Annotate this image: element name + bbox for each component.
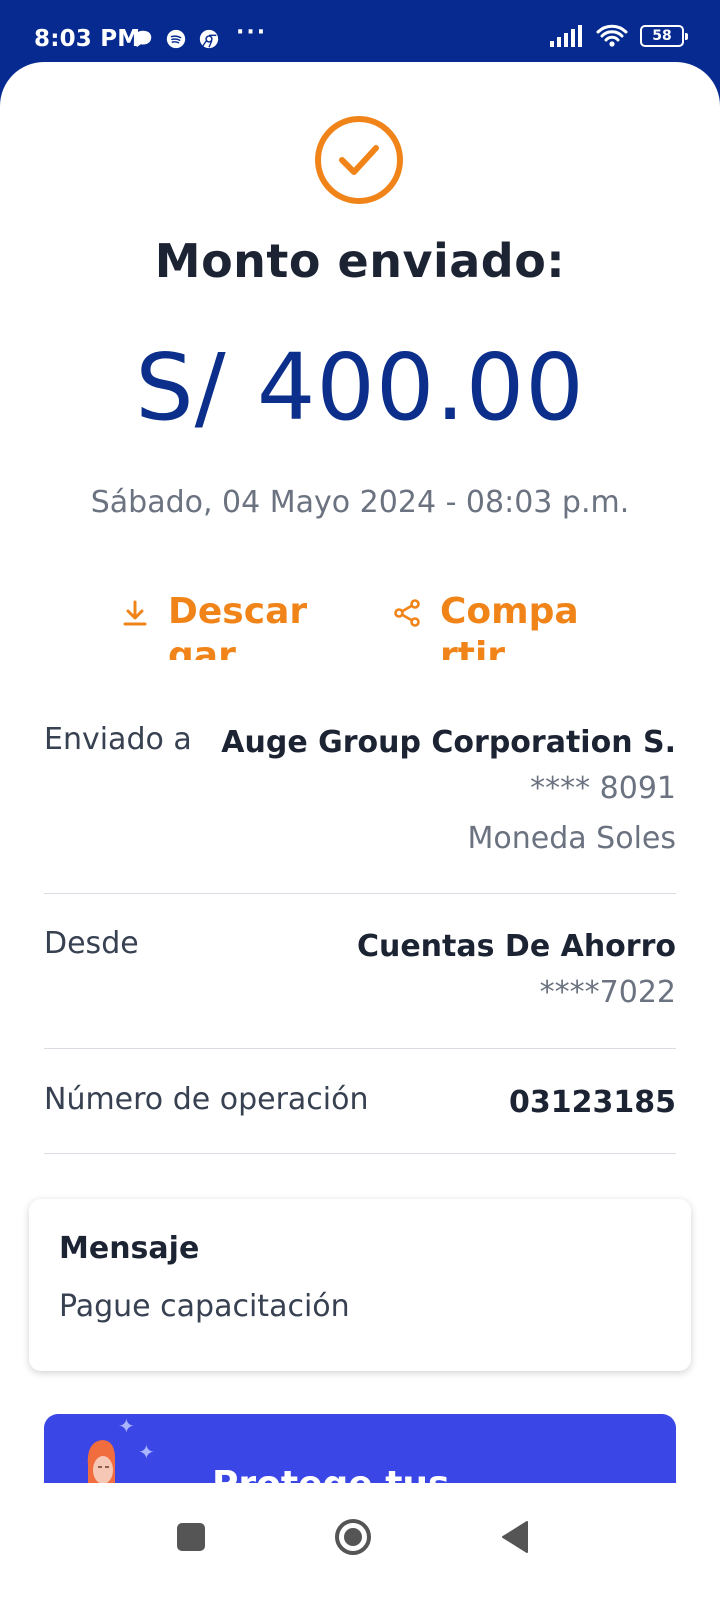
page-title: Monto enviado:	[154, 234, 566, 288]
sent-to-values: Auge Group Corporation S. **** 8091 Mone…	[221, 722, 676, 864]
back-triangle-icon	[502, 1521, 528, 1553]
home-button[interactable]	[331, 1515, 375, 1559]
system-icons: 58	[550, 24, 688, 48]
operation-values: 03123185	[509, 1082, 676, 1124]
from-row: Desde Cuentas De Ahorro ****7022	[44, 926, 676, 1026]
chrome-icon	[199, 29, 219, 49]
operation-label: Número de operación	[44, 1082, 369, 1117]
battery-indicator: 58	[640, 25, 688, 47]
battery-level: 58	[652, 28, 672, 44]
divider	[44, 1153, 676, 1154]
amount-value: S/ 400.00	[135, 334, 585, 441]
sparkle-icon: ✦	[138, 1440, 155, 1464]
recipient-account: **** 8091	[530, 771, 676, 806]
operation-number: 03123185	[509, 1085, 676, 1120]
recipient-name: Auge Group Corporation S.	[221, 725, 676, 760]
back-button[interactable]	[492, 1515, 536, 1559]
sent-to-label: Enviado a	[44, 722, 192, 757]
download-label: Descargar	[168, 591, 308, 660]
wifi-icon	[596, 24, 628, 47]
recents-button[interactable]	[169, 1515, 213, 1559]
message-text: Pague capacitación	[59, 1289, 350, 1324]
source-account: ****7022	[539, 975, 676, 1010]
spotify-icon	[166, 29, 186, 49]
from-label: Desde	[44, 926, 139, 961]
download-button[interactable]: Descargar	[120, 590, 318, 660]
share-label: Compartir	[440, 591, 579, 660]
system-nav-bar	[0, 1483, 720, 1600]
status-time: 8:03 PM	[34, 26, 141, 52]
message-card: Mensaje Pague capacitación	[29, 1199, 691, 1371]
check-circle-icon	[315, 116, 403, 204]
from-values: Cuentas De Ahorro ****7022	[357, 926, 676, 1018]
share-icon	[394, 599, 420, 627]
divider	[44, 1048, 676, 1049]
message-title: Mensaje	[59, 1231, 200, 1266]
signal-icon	[550, 25, 582, 47]
sparkle-icon: ✦	[118, 1414, 135, 1438]
chat-bubble-icon	[134, 30, 152, 48]
transaction-datetime: Sábado, 04 Mayo 2024 - 08:03 p.m.	[90, 485, 630, 520]
download-icon	[123, 600, 147, 626]
divider	[44, 893, 676, 894]
source-account-type: Cuentas De Ahorro	[356, 929, 676, 964]
sent-to-row: Enviado a Auge Group Corporation S. ****…	[44, 722, 676, 872]
square-icon	[177, 1523, 205, 1551]
more-notifications-indicator: ···	[236, 20, 268, 45]
home-circle-icon	[335, 1519, 371, 1555]
share-button[interactable]: Compartir	[392, 590, 590, 660]
notification-icons	[132, 28, 220, 50]
recipient-currency: Moneda Soles	[467, 821, 677, 856]
receipt-actions: Descargar Compartir	[120, 590, 620, 660]
operation-row: Número de operación 03123185	[44, 1082, 676, 1132]
